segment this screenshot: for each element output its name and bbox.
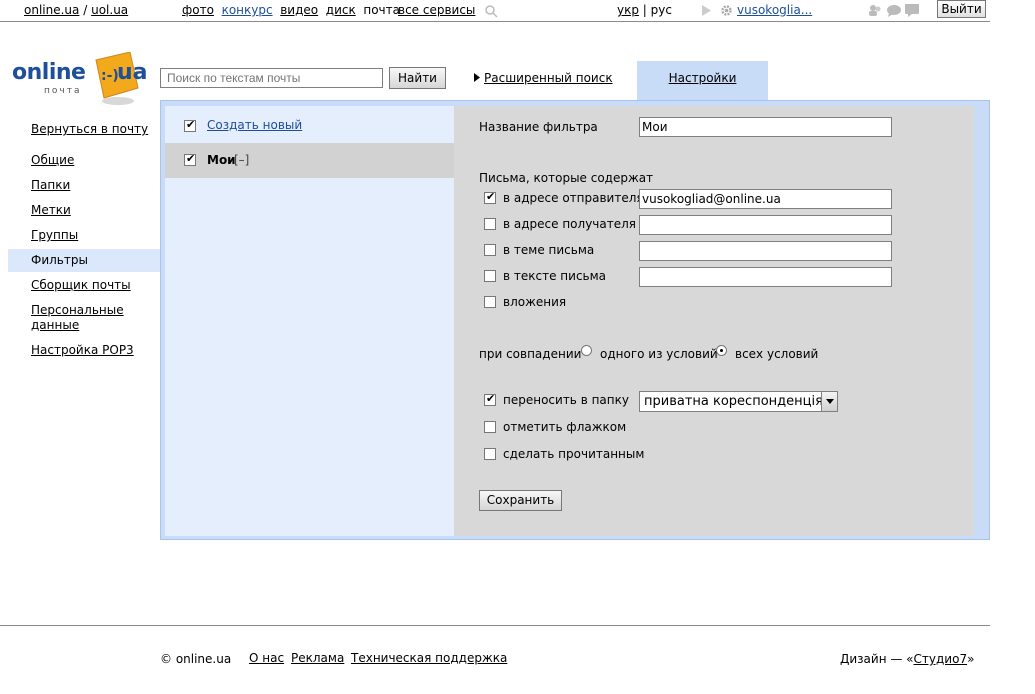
mail-search-input[interactable] <box>160 68 383 88</box>
match-all-radio[interactable] <box>716 345 727 356</box>
match-label: при совпадении <box>479 347 582 361</box>
sidebar-item-pop3[interactable]: Настройка POP3 <box>8 343 160 358</box>
attachments-checkbox[interactable] <box>484 296 496 308</box>
flag-checkbox[interactable] <box>484 421 496 433</box>
sidebar-item-groups[interactable]: Группы <box>8 228 160 243</box>
footer-divider <box>0 625 990 626</box>
chat-icon[interactable] <box>886 4 902 17</box>
create-filter-row: Создать новый <box>165 111 456 146</box>
move-to-folder-checkbox[interactable] <box>484 392 496 406</box>
studio7-link[interactable]: Студио7 <box>914 652 968 666</box>
lang-rus-current: рус <box>650 3 672 17</box>
filter-name-label: Название фильтра <box>479 120 598 134</box>
service-disk-link[interactable]: диск <box>326 3 356 17</box>
logout-button[interactable]: Выйти <box>937 0 986 18</box>
about-link[interactable]: О нас <box>249 651 284 665</box>
recipient-label: в адресе получателя <box>503 217 636 231</box>
filter-list: Создать новый Мои [–] <box>165 106 456 536</box>
sidebar-item-labels[interactable]: Метки <box>8 203 160 218</box>
portal-links: online.ua / uol.ua <box>24 3 128 17</box>
uol-ua-link[interactable]: uol.ua <box>91 3 128 17</box>
service-contest-link[interactable]: конкурс <box>222 3 273 17</box>
online-ua-mail-logo[interactable]: :-) online ua почта <box>12 52 152 108</box>
create-checkbox[interactable] <box>184 118 196 132</box>
advanced-search[interactable]: Расширенный поиск <box>474 71 613 85</box>
recipient-field[interactable] <box>639 215 892 235</box>
copyright: © online.ua <box>160 652 232 666</box>
filter-collapse-toggle[interactable]: [–] <box>234 153 249 167</box>
match-any-label: одного из условий <box>600 347 718 361</box>
logo-ua: ua <box>117 60 148 85</box>
filter-enabled-checkbox[interactable] <box>184 152 196 166</box>
recipient-checkbox[interactable] <box>484 218 496 230</box>
match-all-label: всех условий <box>735 347 819 361</box>
filter-name-field[interactable]: Мои <box>639 117 892 137</box>
triangle-right-icon <box>474 73 480 82</box>
body-label: в тексте письма <box>503 269 607 283</box>
body-field[interactable] <box>639 267 892 287</box>
mark-read-label: сделать прочитанным <box>503 447 645 461</box>
design-credit: Дизайн — «Студио7» <box>840 652 974 666</box>
language-switch: укр | рус <box>617 3 672 17</box>
match-any-radio[interactable] <box>581 345 592 356</box>
tab-settings-label[interactable]: Настройки <box>669 71 737 85</box>
move-to-folder-label: переносить в папку <box>503 393 629 407</box>
service-photo-link[interactable]: фото <box>182 3 214 17</box>
body-checkbox[interactable] <box>484 270 496 282</box>
folder-select-value: приватна кореспонденція <box>644 394 823 409</box>
save-button[interactable]: Сохранить <box>479 490 562 511</box>
filters-panel: Создать новый Мои [–] Название фильтра М… <box>160 100 990 540</box>
logo-subtitle: почта <box>44 86 82 96</box>
top-bar: online.ua / uol.ua фото конкурс видео ди… <box>0 0 990 22</box>
search-button[interactable]: Найти <box>389 67 446 89</box>
sidebar-item-personal-data[interactable]: Персональные данные <box>8 303 128 333</box>
filter-editor: Название фильтра Мои Письма, которые сод… <box>454 106 974 536</box>
flag-label: отметить флажком <box>503 420 627 434</box>
lang-separator: | <box>642 3 647 17</box>
attachments-label: вложения <box>503 295 567 309</box>
service-video-link[interactable]: видео <box>280 3 318 17</box>
ads-link[interactable]: Реклама <box>291 651 344 665</box>
sender-field[interactable]: vusokogliad@online.ua <box>639 189 892 209</box>
site-separator: / <box>83 3 88 17</box>
folder-select[interactable]: приватна кореспонденція <box>639 391 838 412</box>
advanced-search-link[interactable]: Расширенный поиск <box>484 71 613 85</box>
lang-ukr-link[interactable]: укр <box>617 3 639 17</box>
sender-checkbox[interactable] <box>484 190 496 204</box>
sidebar-item-mail-collector[interactable]: Сборщик почты <box>8 278 160 293</box>
sidebar-item-folders[interactable]: Папки <box>8 178 160 193</box>
sidebar-item-general[interactable]: Общие <box>8 153 160 168</box>
all-services-link[interactable]: все сервисы <box>398 3 475 17</box>
contains-heading: Письма, которые содержат <box>479 171 654 185</box>
mark-read-checkbox[interactable] <box>484 448 496 460</box>
notes-icon[interactable] <box>905 4 919 17</box>
service-mail-current: почта <box>363 3 400 17</box>
design-suffix: » <box>967 652 975 666</box>
subject-checkbox[interactable] <box>484 244 496 256</box>
logo-word: online <box>12 60 86 85</box>
subject-field[interactable] <box>639 241 892 261</box>
filter-name[interactable]: Мои <box>207 153 236 167</box>
design-prefix: Дизайн — « <box>840 652 914 666</box>
tab-settings[interactable]: Настройки <box>637 61 768 101</box>
subject-label: в теме письма <box>503 243 595 257</box>
sidebar-item-filters[interactable]: Фильтры <box>8 249 160 272</box>
back-to-mail-link[interactable]: Вернуться в почту <box>8 122 160 137</box>
support-link[interactable]: Техническая поддержка <box>351 651 507 665</box>
play-arrow-icon <box>702 5 711 16</box>
create-new-filter-link[interactable]: Создать новый <box>207 118 302 132</box>
user-account-link[interactable]: vusokoglia... <box>737 3 812 17</box>
chevron-down-icon[interactable] <box>821 392 837 411</box>
online-ua-link[interactable]: online.ua <box>24 3 79 17</box>
filter-list-item[interactable]: Мои [–] <box>165 143 456 178</box>
search-icon[interactable] <box>485 5 498 18</box>
sender-label: в адресе отправителя <box>503 191 644 205</box>
gear-icon[interactable] <box>720 4 733 17</box>
contacts-icon[interactable] <box>868 4 882 17</box>
services-menu: фото конкурс видео диск почта <box>182 3 400 17</box>
